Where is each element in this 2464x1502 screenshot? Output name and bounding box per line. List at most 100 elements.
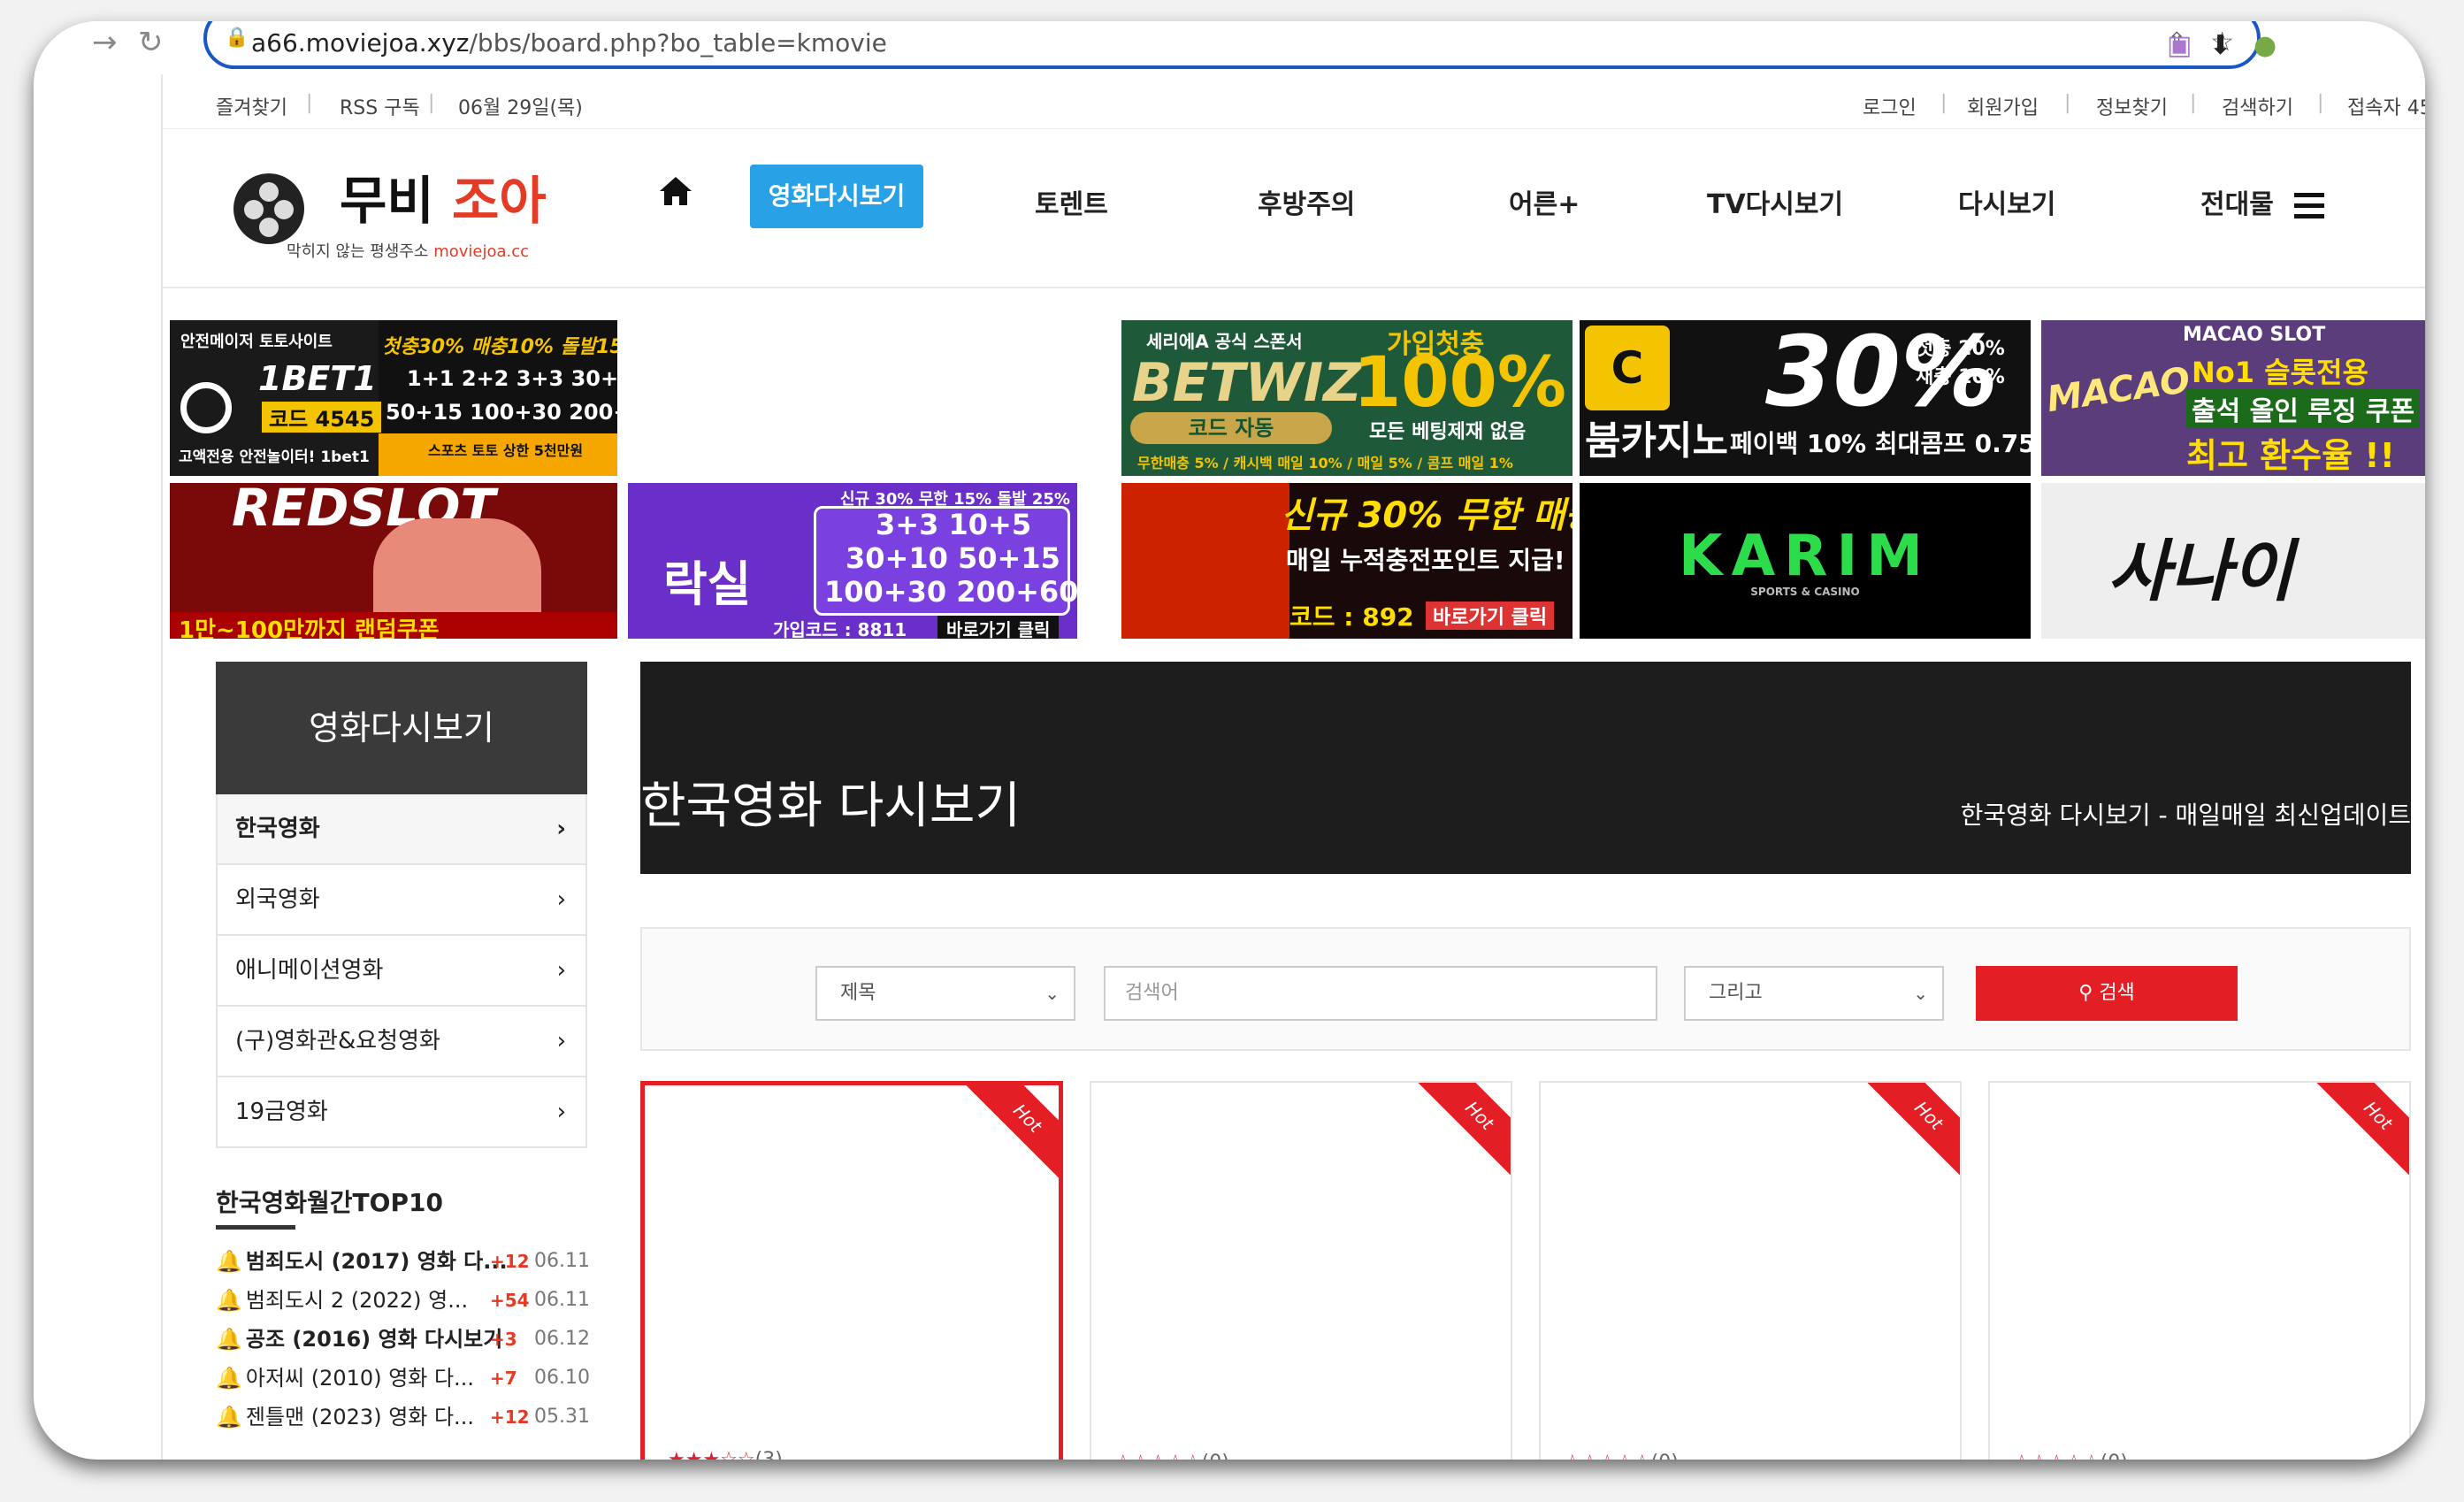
banner-text: 세리에A 공식 스폰서 [1146,331,1303,352]
banner-text: MACAO SLOT [2183,324,2326,346]
chevron-right-icon: › [556,1099,566,1125]
divider: | [2190,92,2197,114]
banner-bookie-casino[interactable]: C 붐카지노 30% 첫충 20% 재충 10% 페이백 10% 최대콤프 0.… [1580,320,2031,476]
sidebar-title: 영화다시보기 [216,662,587,794]
search-icon: ⚲ [2078,982,2093,1004]
banner-promo: 첫충 20% 재충 10% [1916,338,2005,388]
top10-item[interactable]: 🔔 범죄도시 2 (2022) 영... +54 06.11 [216,1281,590,1320]
sidebar: 영화다시보기 한국영화 › 외국영화 › 애니메이션영화 › (구)영화관&요청영화 ›… [216,662,590,1437]
rss-link[interactable]: RSS 구독 [340,92,420,120]
top-utility-bar: 즐겨찾기 | RSS 구독 | 06월 29일(목) 로그인 | 회원가입 | … [163,74,2425,129]
hot-badge: Hot [1855,1083,1960,1190]
chevron-right-icon: › [556,886,566,913]
banner-promo: No1 슬롯전용 [2192,356,2368,389]
nav-item-torrent[interactable]: 토렌트 [1035,182,1108,221]
sidebar-item-animation[interactable]: 애니메이션영화 › [216,936,587,1007]
nav-item-tv-replay[interactable]: TV다시보기 [1707,182,1843,221]
banner-text: 매일 누적충전포인트 지급! [1286,546,1565,575]
forward-icon[interactable]: → [92,25,118,60]
url-text: a66.moviejoa.xyz/bbs/board.php?bo_table=… [251,28,887,57]
bell-icon: 🔔 [216,1366,242,1391]
search-operator-select[interactable]: 그리고 ⌄ [1684,966,1944,1021]
banner-text: 고액전용 안전놀이터! 1bet1 [179,448,370,466]
1bet1-logo-icon [180,382,232,433]
banner-bonus: 30+10 50+15 [846,541,1060,575]
hot-badge: Hot [953,1085,1059,1192]
top10-item[interactable]: 🔔 젠틀맨 (2023) 영화 다... +12 05.31 [216,1398,590,1437]
chevron-right-icon: › [556,816,566,842]
extension-icon[interactable]: ▣ [2167,30,2192,61]
top10-list: 🔔 범죄도시 (2017) 영화 다... +12 06.11 🔔 범죄도시 2 (20… [216,1242,590,1437]
banner-code: 가입코드 : 8811 [773,619,907,639]
nav-item-movie-replay[interactable]: 영화다시보기 [750,165,923,228]
banner-redslot[interactable]: REDSLOT 1만~100만까지 랜덤쿠폰 [170,483,617,639]
rating-stars: ☆☆☆☆☆(0) [1114,1452,1229,1460]
extension-icon[interactable]: ● [2254,30,2277,61]
hot-badge: Hot [1405,1083,1511,1190]
browser-toolbar: → ↻ 🔒 a66.moviejoa.xyz/bbs/board.php?bo_… [34,21,2425,74]
divider: | [2317,92,2324,114]
search-field-select[interactable]: 제목 ⌄ [815,966,1075,1021]
film-reel-icon [233,173,304,244]
reload-icon[interactable]: ↻ [138,25,164,60]
rating-stars: ☆☆☆☆☆(0) [2013,1452,2128,1460]
chevron-down-icon: ⌄ [1913,983,1928,1004]
banner-text: SPORTS & CASINO [1750,586,1860,598]
banner-big: 100% [1353,343,1566,423]
bell-icon: 🔔 [216,1288,242,1313]
menu-icon[interactable] [2294,193,2324,219]
top10-item[interactable]: 🔔 공조 (2016) 영화 다시보기 +3 06.12 [216,1320,590,1359]
banner-betwiz[interactable]: 세리에A 공식 스폰서 가입첫충 BETWIZ 100% 코드 자동 모든 베팅… [1121,320,1573,476]
nav-item-replay[interactable]: 다시보기 [1958,182,2055,221]
banner-bonus: 100+30 200+60 [824,575,1077,609]
movie-card[interactable]: Hot ☆☆☆☆☆(0) [1090,1081,1512,1460]
banner-brand: 사나이 [2108,532,2293,610]
favorites-link[interactable]: 즐겨찾기 [216,92,287,120]
movie-card[interactable]: Hot ☆☆☆☆☆(0) [1539,1081,1962,1460]
sidebar-item-foreign-movie[interactable]: 외국영화 › [216,865,587,936]
register-link[interactable]: 회원가입 [1967,92,2039,120]
banner-promo: 신규 30% 무한 매충 15% [1281,495,1573,536]
visitor-count: 접속자 456 [2347,97,2425,119]
banner-rakshil[interactable]: 락실 신규 30% 무한 15% 돌발 25% 3+3 10+5 30+10 5… [628,483,1077,639]
banner-karim[interactable]: KARIM SPORTS & CASINO [1580,483,2031,639]
nav-item-sentai[interactable]: 전대물 [2200,182,2274,221]
extension-icon[interactable]: ⬇ [2209,30,2231,61]
rating-stars: ★★★☆☆(3) [668,1449,783,1460]
divider: | [2064,92,2071,114]
banner-text: 페이백 10% 최대콤프 0.75% [1730,429,2031,458]
site-logo[interactable]: 무비 조아 막히지 않는 평생주소 moviejoa.cc [233,154,552,269]
bell-icon: 🔔 [216,1405,242,1429]
banner-sanai[interactable]: 사나이 [2041,483,2425,639]
search-button[interactable]: ⚲ 검색 [1976,966,2238,1021]
board-title: 한국영화 다시보기 [640,778,1021,835]
search-link[interactable]: 검색하기 [2222,92,2293,120]
top10-item[interactable]: 🔔 범죄도시 (2017) 영화 다... +12 06.11 [216,1242,590,1281]
sidebar-item-adult-movie[interactable]: 19금영화 › [216,1077,587,1148]
find-info-link[interactable]: 정보찾기 [2096,92,2168,120]
login-link[interactable]: 로그인 [1863,92,1917,120]
banner-sinkyu[interactable]: 신규 30% 무한 매충 15% 매일 누적충전포인트 지급! 코드 : 892… [1121,483,1573,639]
banner-text: 안전메이저 토토사이트 [180,333,333,351]
nav-item-rear-caution[interactable]: 후방주의 [1258,182,1355,221]
home-icon[interactable] [658,173,693,209]
search-input[interactable]: 검색어 [1104,966,1657,1021]
banner-macao-slot[interactable]: MACAO SLOT No1 슬롯전용 출석 올인 루징 쿠폰 최고 환수율 !… [2041,320,2425,476]
banner-bonus: 50+15 100+30 200+60 [386,400,617,425]
sidebar-item-theater-request[interactable]: (구)영화관&요청영화 › [216,1007,587,1077]
address-bar[interactable]: 🔒 a66.moviejoa.xyz/bbs/board.php?bo_tabl… [203,21,2261,69]
lock-icon: 🔒 [225,27,249,49]
divider: | [306,92,313,114]
banner-text: 스포츠 토토 상한 5천만원 [428,442,584,459]
sidebar-item-korean-movie[interactable]: 한국영화 › [216,794,587,865]
banner-brand: BETWIZ [1132,352,1362,414]
banner-text: 출석 올인 루징 쿠폰 [2186,389,2421,428]
movie-card[interactable]: Hot ★★★☆☆(3) [640,1081,1063,1460]
rating-stars: ☆☆☆☆☆(0) [1564,1452,1679,1460]
site-header: 무비 조아 막히지 않는 평생주소 moviejoa.cc 영화다시보기 토렌트… [163,129,2425,288]
nav-item-adult[interactable]: 어른+ [1509,182,1580,221]
banner-1bet1[interactable]: 안전메이저 토토사이트 1BET1 코드 4545 고액전용 안전놀이터! 1b… [170,320,617,476]
movie-card[interactable]: Hot ☆☆☆☆☆(0) [1988,1081,2411,1460]
top10-item[interactable]: 🔔 아저씨 (2010) 영화 다... +7 06.10 [216,1359,590,1398]
banner-cta: 바로가기 클릭 [1426,602,1555,630]
